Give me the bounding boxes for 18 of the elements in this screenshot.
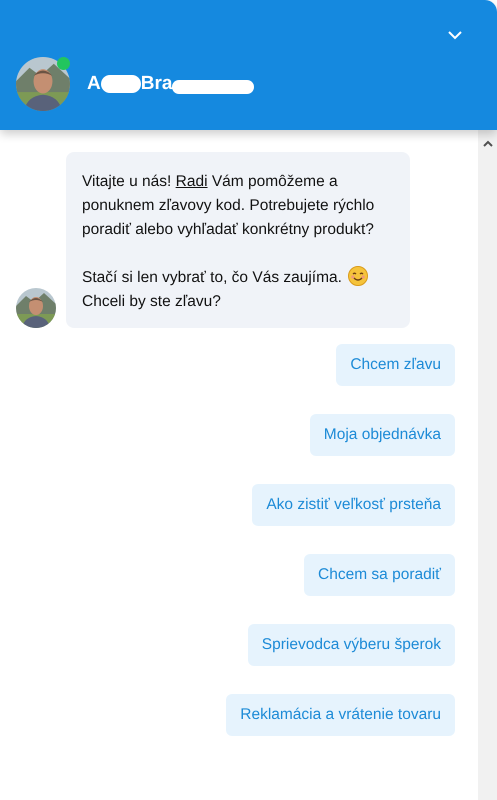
agent-avatar <box>16 288 56 328</box>
quick-reply-button[interactable]: Chcem sa poradiť <box>304 554 455 596</box>
agent-name: A <box>87 73 101 95</box>
agent-avatar <box>16 57 70 111</box>
quick-reply-button[interactable]: Ako zistiť veľkosť prsteňa <box>252 484 455 526</box>
scrollbar[interactable] <box>478 130 497 800</box>
quick-reply-button[interactable]: Moja objednávka <box>310 414 455 456</box>
message-text: Chceli by ste zľavu? <box>82 292 222 312</box>
scroll-up-icon[interactable] <box>482 140 492 147</box>
message-text: Vitajte u nás! Radi Vám pomôžeme a ponuknem zľavovy kod. Potrebujete rýchlo poradiť alebo vyhľadať konkrétny produkt? <box>82 172 376 240</box>
smiley-icon <box>348 266 368 286</box>
message-text: Stačí si len vybrať to, čo Vás zaujíma. <box>82 269 342 286</box>
quick-reply-button[interactable]: Reklamácia a vrátenie tovaru <box>226 694 455 736</box>
agent-name: Bra <box>140 73 172 95</box>
quick-reply-button[interactable]: Chcem zľavu <box>336 344 455 386</box>
quick-reply-button[interactable]: Sprievodca výberu šperok <box>248 624 455 666</box>
message-link[interactable]: Radi <box>176 173 208 190</box>
redaction-mark <box>100 75 141 93</box>
